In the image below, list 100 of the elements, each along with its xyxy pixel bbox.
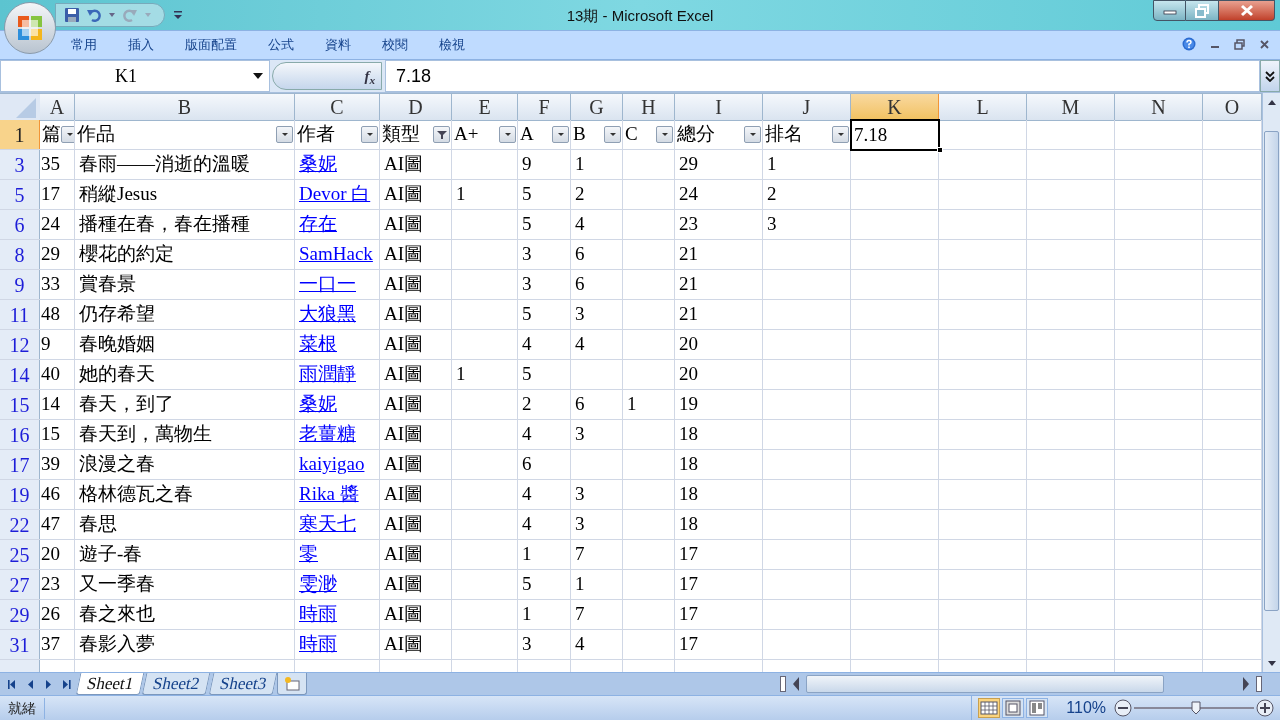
caret-icon[interactable] [108, 11, 116, 19]
filter-button[interactable] [433, 126, 450, 143]
author-link[interactable]: 雨潤靜 [299, 360, 356, 389]
ribbon-tab[interactable]: 插入 [119, 35, 163, 55]
ribbon-tab[interactable]: 版面配置 [176, 35, 246, 55]
author-link[interactable]: 存在 [299, 210, 337, 239]
expand-formula-button[interactable] [1260, 60, 1280, 92]
column-header[interactable]: B [75, 94, 295, 121]
row-header[interactable]: 19 [0, 480, 40, 509]
column-header[interactable]: L [939, 94, 1027, 121]
author-link[interactable]: 寒天七 [299, 510, 356, 539]
customize-toolbar-icon[interactable] [173, 9, 183, 21]
row-header[interactable]: 14 [0, 360, 40, 389]
previous-sheet-icon[interactable] [26, 679, 34, 689]
ribbon-tab[interactable]: 常用 [62, 35, 106, 55]
last-sheet-icon[interactable] [62, 679, 71, 689]
row-header[interactable]: 29 [0, 600, 40, 629]
row-header[interactable]: 16 [0, 420, 40, 449]
zoom-out-icon[interactable] [1114, 699, 1132, 717]
sheet-tab[interactable]: Sheet1 [75, 673, 145, 695]
insert-sheet-button[interactable] [276, 673, 307, 695]
zoom-in-icon[interactable] [1256, 699, 1274, 717]
next-sheet-icon[interactable] [44, 679, 52, 689]
row-header[interactable]: 9 [0, 270, 40, 299]
column-header[interactable]: H [623, 94, 675, 121]
active-cell[interactable]: 7.18 [850, 119, 940, 151]
restore-button[interactable] [1186, 0, 1219, 21]
normal-view-button[interactable] [978, 698, 1001, 718]
column-header[interactable]: C [295, 94, 380, 121]
split-handle[interactable] [780, 676, 786, 692]
page-break-preview-button[interactable] [1026, 698, 1049, 718]
first-sheet-icon[interactable] [7, 679, 16, 689]
column-header[interactable]: J [763, 94, 851, 121]
up-arrow-icon [1267, 98, 1276, 106]
scroll-right-icon[interactable] [1242, 677, 1250, 691]
close-button[interactable] [1219, 0, 1275, 21]
row-header[interactable]: 15 [0, 390, 40, 419]
column-header[interactable]: O [1203, 94, 1262, 121]
column-header[interactable]: N [1115, 94, 1203, 121]
author-link[interactable]: 桑妮 [299, 150, 337, 179]
author-link[interactable]: 時雨 [299, 630, 337, 659]
author-link[interactable]: 雯渺 [299, 570, 337, 599]
author-link[interactable]: 菜根 [299, 330, 337, 359]
row-header[interactable]: 22 [0, 510, 40, 539]
table-cell-text: 18 [679, 452, 698, 477]
function-bar-button[interactable]: f$_{x}$ [272, 62, 382, 90]
column-header[interactable]: I [675, 94, 763, 121]
row-header[interactable]: 3 [0, 150, 40, 179]
column-header[interactable]: M [1027, 94, 1115, 121]
author-link[interactable]: 大狼黑 [299, 300, 356, 329]
restore-icon[interactable] [1234, 38, 1245, 50]
author-link[interactable]: Rika 醬 [299, 480, 359, 509]
table-cell-text: 39 [41, 452, 60, 477]
row-header[interactable]: 1 [0, 120, 40, 149]
zoom-slider[interactable] [1134, 701, 1254, 715]
ribbon-tab[interactable]: 校閱 [373, 35, 417, 55]
column-header[interactable]: D [380, 94, 452, 121]
dropdown-arrow-icon[interactable] [253, 73, 263, 79]
slider-thumb[interactable] [1191, 701, 1202, 715]
split-handle[interactable] [1256, 676, 1262, 692]
undo-icon[interactable] [86, 7, 102, 23]
sheet-tab[interactable]: Sheet3 [208, 673, 278, 695]
column-header[interactable]: A [40, 94, 75, 121]
scroll-left-icon[interactable] [792, 677, 800, 691]
row-header[interactable]: 12 [0, 330, 40, 359]
row-header[interactable]: 25 [0, 540, 40, 569]
help-icon[interactable] [1182, 37, 1196, 51]
close-icon[interactable] [1259, 38, 1270, 50]
row-header[interactable]: 27 [0, 570, 40, 599]
filter-button[interactable] [61, 126, 74, 143]
author-link[interactable]: kaiyigao [299, 450, 365, 479]
sheet-tab[interactable]: Sheet2 [141, 673, 211, 695]
row-header[interactable]: 5 [0, 180, 40, 209]
fill-handle[interactable] [937, 147, 943, 153]
author-link[interactable]: SamHack [299, 240, 373, 269]
column-header[interactable]: E [452, 94, 518, 121]
row-header[interactable]: 8 [0, 240, 40, 269]
page-layout-button[interactable] [1002, 698, 1025, 718]
row-header[interactable]: 6 [0, 210, 40, 239]
author-link[interactable]: 一口一 [299, 270, 356, 299]
save-icon[interactable] [64, 7, 80, 23]
column-header[interactable]: K [851, 94, 939, 121]
author-link[interactable]: 零 [299, 540, 318, 569]
author-link[interactable]: 桑妮 [299, 390, 337, 419]
row-header[interactable]: 31 [0, 630, 40, 659]
ribbon-tab[interactable]: 資料 [316, 35, 360, 55]
caret-icon [556, 132, 565, 137]
column-header[interactable]: F [518, 94, 571, 121]
author-link[interactable]: Devor 白 [299, 180, 371, 209]
author-link[interactable]: 老薑糖 [299, 420, 356, 449]
table-cell-text: 6 [575, 272, 585, 297]
formula-input[interactable]: 7.18 [385, 60, 1260, 92]
ribbon-tab[interactable]: 檢視 [430, 35, 474, 55]
row-header[interactable]: 17 [0, 450, 40, 479]
column-header[interactable]: G [571, 94, 623, 121]
minimize-button[interactable] [1153, 0, 1186, 21]
author-link[interactable]: 時雨 [299, 600, 337, 629]
name-box[interactable]: K1 [0, 60, 270, 92]
ribbon-tab[interactable]: 公式 [259, 35, 303, 55]
row-header[interactable]: 11 [0, 300, 40, 329]
